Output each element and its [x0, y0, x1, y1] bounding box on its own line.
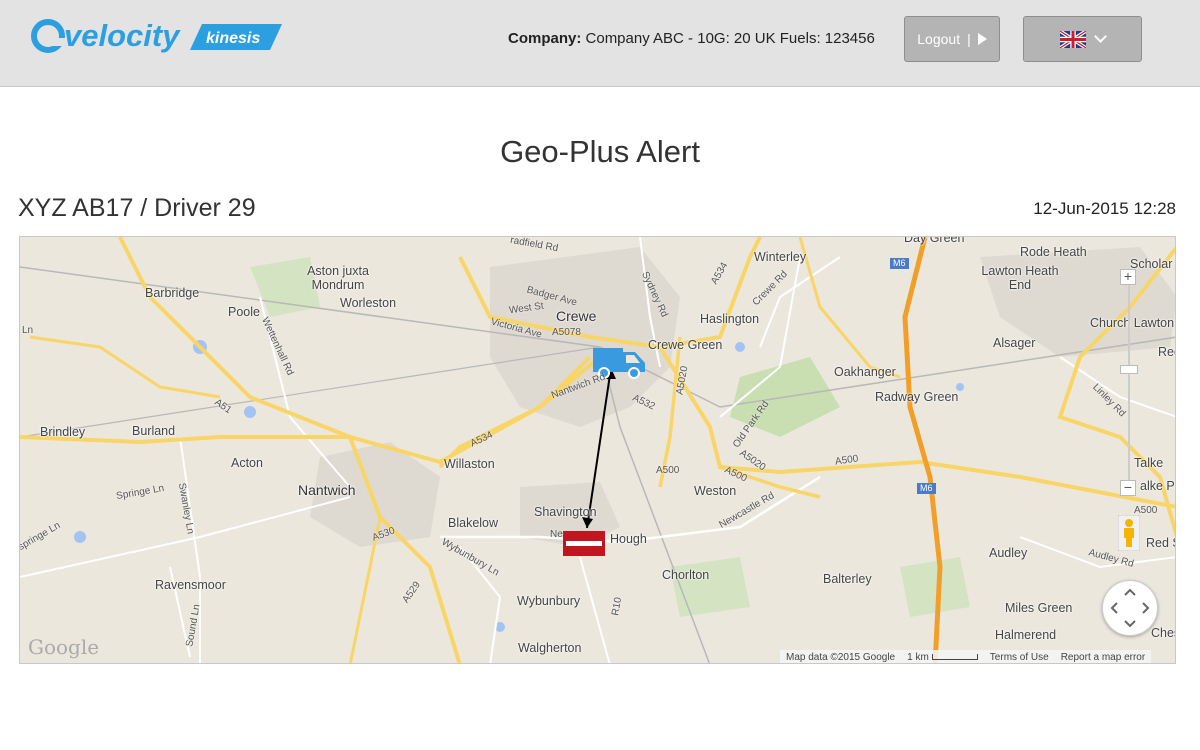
place-chorlton: Chorlton — [662, 568, 710, 582]
place-crewe-green: Crewe Green — [648, 338, 723, 352]
place-crewe: Crewe — [556, 308, 597, 324]
flag-uk-icon — [1060, 30, 1086, 48]
logo-brand-text: velocity — [64, 18, 181, 53]
place-aston-juxta-mondrum: Aston juxta Mondrum — [307, 264, 369, 292]
place-worleston: Worleston — [340, 296, 397, 310]
road-ln: Ln — [22, 325, 34, 336]
place-haslington: Haslington — [700, 312, 760, 326]
place-acton: Acton — [231, 456, 263, 470]
map-data-credit: Map data ©2015 Google — [786, 651, 896, 663]
pan-up-icon — [1124, 588, 1136, 596]
place-day-green: Day Green — [904, 236, 965, 245]
zoom-out-button[interactable]: − — [1120, 480, 1136, 496]
place-red-bull: Red B — [1158, 345, 1175, 359]
place-rode-heath: Rode Heath — [1020, 245, 1087, 259]
pan-down-icon — [1124, 620, 1136, 628]
place-church-lawton: Church Lawton — [1090, 316, 1175, 330]
company-info: Company: Company ABC - 10G: 20 UK Fuels:… — [508, 30, 875, 47]
place-talke-pits: alke Pit — [1140, 479, 1175, 493]
logout-button[interactable]: Logout | — [904, 16, 1000, 62]
place-red-street: Red Str — [1146, 536, 1175, 550]
company-label: Company: — [508, 30, 582, 47]
place-barbridge: Barbridge — [145, 286, 200, 300]
place-hough: Hough — [610, 532, 647, 546]
place-weston: Weston — [694, 484, 737, 498]
place-ravensmoor: Ravensmoor — [155, 578, 226, 592]
place-winterley: Winterley — [754, 250, 807, 264]
place-halmerend: Halmerend — [995, 628, 1057, 642]
velocity-kinesis-logo[interactable]: velocity kinesis — [30, 16, 282, 56]
map-scale: 1 km — [907, 652, 978, 663]
place-blakelow: Blakelow — [448, 516, 499, 530]
language-dropdown[interactable] — [1023, 16, 1142, 62]
map-view[interactable]: Crewe Crewe Green Haslington Winterley R… — [19, 236, 1176, 664]
logout-label: Logout — [917, 31, 961, 47]
chevron-down-icon — [1094, 30, 1107, 43]
place-willaston: Willaston — [444, 457, 495, 471]
report-map-error-link[interactable]: Report a map error — [1061, 652, 1145, 663]
zoom-slider-track[interactable] — [1128, 281, 1130, 489]
place-shavington: Shavington — [534, 505, 597, 519]
place-brindley: Brindley — [40, 425, 86, 439]
place-burland: Burland — [132, 424, 176, 438]
place-balterley: Balterley — [823, 572, 872, 586]
google-logo[interactable]: Google — [28, 635, 99, 659]
place-radway-green: Radway Green — [875, 390, 959, 404]
place-lawton-heath-end: Lawton Heath End — [981, 264, 1059, 292]
logout-separator: | — [967, 31, 971, 47]
place-poole: Poole — [228, 305, 260, 319]
road-ne: Ne — [550, 529, 563, 540]
place-talke: Talke — [1134, 456, 1164, 470]
road-m6-north-shield: M6 — [890, 258, 909, 269]
zoom-slider-handle[interactable] — [1120, 365, 1138, 374]
road-a500-1: A500 — [656, 465, 680, 476]
logo-tag-text: kinesis — [206, 30, 260, 47]
place-wybunbury: Wybunbury — [517, 594, 581, 608]
play-arrow-icon — [977, 33, 987, 45]
road-a5078: A5078 — [552, 327, 581, 338]
zoom-in-button[interactable]: + — [1120, 269, 1136, 285]
pan-control[interactable] — [1102, 580, 1158, 636]
place-audley: Audley — [989, 546, 1028, 560]
place-miles-green: Miles Green — [1005, 601, 1073, 615]
company-value: Company ABC - 10G: 20 UK Fuels: 123456 — [585, 30, 875, 47]
alert-timestamp: 12-Jun-2015 12:28 — [1033, 199, 1176, 218]
terms-of-use-link[interactable]: Terms of Use — [990, 652, 1049, 663]
geofence-no-entry-icon[interactable] — [563, 531, 605, 556]
pan-right-icon — [1142, 602, 1150, 614]
place-walgherton: Walgherton — [518, 641, 582, 655]
page-title: Geo-Plus Alert — [500, 134, 700, 169]
pan-left-icon — [1110, 602, 1118, 614]
street-view-pegman-icon[interactable] — [1117, 514, 1141, 552]
map-base-layer[interactable] — [20, 237, 1176, 664]
vehicle-driver-label: XYZ AB17 / Driver 29 — [18, 194, 256, 222]
place-nantwich: Nantwich — [298, 482, 356, 498]
scale-bar — [931, 653, 978, 660]
place-scholar: Scholar — [1130, 257, 1173, 271]
map-attribution-bar: Map data ©2015 Google 1 km Terms of Use … — [780, 650, 1152, 663]
place-alsager: Alsager — [993, 336, 1036, 350]
top-header: velocity kinesis Company: Company ABC - … — [0, 0, 1200, 87]
place-oakhanger: Oakhanger — [834, 365, 896, 379]
road-m6-south-shield: M6 — [917, 483, 936, 494]
